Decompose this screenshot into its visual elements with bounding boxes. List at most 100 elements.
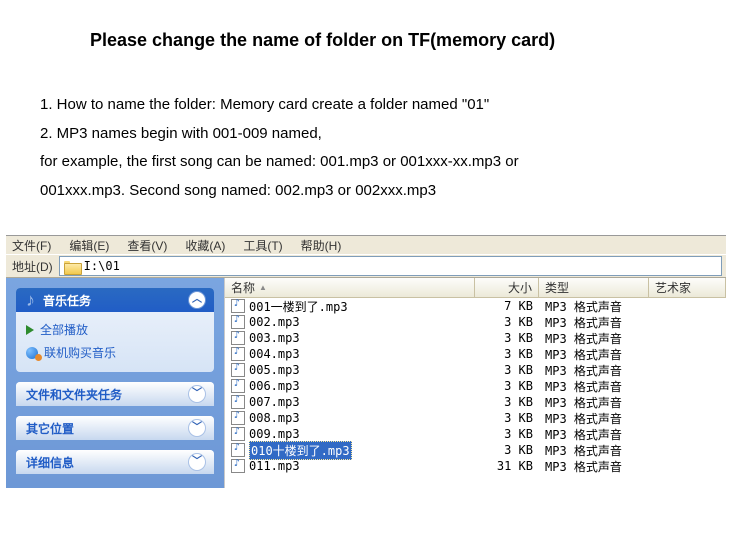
file-name: 003.mp3 xyxy=(249,331,300,345)
file-size: 3 KB xyxy=(475,379,539,393)
panel-title: 音乐任务 xyxy=(43,292,91,309)
table-row[interactable]: 010十楼到了.mp3 3 KBMP3 格式声音 xyxy=(225,442,726,458)
chevron-down-icon[interactable]: ﹀ xyxy=(188,385,206,403)
table-row[interactable]: 007.mp3 3 KBMP3 格式声音 xyxy=(225,394,726,410)
file-name: 001一楼到了.mp3 xyxy=(249,298,348,315)
mp3-file-icon xyxy=(231,379,245,393)
file-name: 009.mp3 xyxy=(249,427,300,441)
file-type: MP3 格式声音 xyxy=(539,394,649,411)
panel-music-tasks: ♪ ♪ 音乐任务 ︿ 全部播放 xyxy=(16,288,214,372)
file-size: 3 KB xyxy=(475,331,539,345)
table-row[interactable]: 011.mp3 31 KBMP3 格式声音 xyxy=(225,458,726,474)
panel-title: 文件和文件夹任务 xyxy=(26,386,122,403)
panel-header-filefolder[interactable]: 文件和文件夹任务 ﹀ xyxy=(16,382,214,406)
table-row[interactable]: 002.mp3 3 KBMP3 格式声音 xyxy=(225,314,726,330)
task-label: 全部播放 xyxy=(40,321,88,338)
file-name: 011.mp3 xyxy=(249,459,300,473)
file-name: 006.mp3 xyxy=(249,379,300,393)
panel-details: 详细信息 ﹀ xyxy=(16,450,214,474)
page-title: Please change the name of folder on TF(m… xyxy=(90,30,690,51)
column-label: 名称 xyxy=(231,279,255,296)
file-size: 3 KB xyxy=(475,395,539,409)
menu-favorites[interactable]: 收藏(A) xyxy=(185,237,225,254)
file-size: 3 KB xyxy=(475,427,539,441)
task-shop-online[interactable]: 联机购买音乐 xyxy=(26,341,204,364)
file-name: 007.mp3 xyxy=(249,395,300,409)
chevron-up-icon[interactable]: ︿ xyxy=(188,291,206,309)
task-label: 联机购买音乐 xyxy=(44,344,116,361)
file-type: MP3 格式声音 xyxy=(539,458,649,475)
file-size: 7 KB xyxy=(475,299,539,313)
panel-title: 详细信息 xyxy=(26,454,74,471)
shop-icon xyxy=(26,347,38,359)
file-size: 3 KB xyxy=(475,347,539,361)
file-name: 004.mp3 xyxy=(249,347,300,361)
menu-view[interactable]: 查看(V) xyxy=(127,237,167,254)
folder-icon xyxy=(64,259,80,273)
menu-help[interactable]: 帮助(H) xyxy=(301,237,342,254)
table-row[interactable]: 005.mp3 3 KBMP3 格式声音 xyxy=(225,362,726,378)
music-note-icon: ♪ xyxy=(26,290,35,311)
file-size: 3 KB xyxy=(475,315,539,329)
menu-edit[interactable]: 编辑(E) xyxy=(69,237,109,254)
list-header: 名称 ▲ 大小 类型 艺术家 xyxy=(225,278,726,298)
menu-file[interactable]: 文件(F) xyxy=(12,237,51,254)
chevron-down-icon[interactable]: ﹀ xyxy=(188,453,206,471)
column-artist[interactable]: 艺术家 xyxy=(649,278,726,297)
mp3-file-icon xyxy=(231,299,245,313)
menubar: 文件(F) 编辑(E) 查看(V) 收藏(A) 工具(T) 帮助(H) xyxy=(6,236,726,254)
file-size: 3 KB xyxy=(475,443,539,457)
panel-other-places: 其它位置 ﹀ xyxy=(16,416,214,440)
file-type: MP3 格式声音 xyxy=(539,362,649,379)
panel-file-folder-tasks: 文件和文件夹任务 ﹀ xyxy=(16,382,214,406)
file-name: 005.mp3 xyxy=(249,363,300,377)
table-row[interactable]: 004.mp3 3 KBMP3 格式声音 xyxy=(225,346,726,362)
file-name: 008.mp3 xyxy=(249,411,300,425)
table-row[interactable]: 006.mp3 3 KBMP3 格式声音 xyxy=(225,378,726,394)
panel-title: 其它位置 xyxy=(26,420,74,437)
file-type: MP3 格式声音 xyxy=(539,330,649,347)
mp3-file-icon xyxy=(231,331,245,345)
instruction-line: 2. MP3 names begin with 001-009 named, xyxy=(40,120,690,149)
file-size: 31 KB xyxy=(475,459,539,473)
mp3-file-icon xyxy=(231,411,245,425)
column-type[interactable]: 类型 xyxy=(539,278,649,297)
explorer-window: 文件(F) 编辑(E) 查看(V) 收藏(A) 工具(T) 帮助(H) 地址(D… xyxy=(6,235,726,488)
file-name: 002.mp3 xyxy=(249,315,300,329)
mp3-file-icon xyxy=(231,459,245,473)
mp3-file-icon xyxy=(231,443,245,457)
column-name[interactable]: 名称 ▲ xyxy=(225,278,475,297)
play-icon xyxy=(26,325,34,335)
panel-header-other[interactable]: 其它位置 ﹀ xyxy=(16,416,214,440)
address-value: I:\01 xyxy=(84,259,120,273)
sidebar: ♪ ♪ 音乐任务 ︿ 全部播放 xyxy=(6,278,224,488)
panel-header-music[interactable]: ♪ 音乐任务 ︿ xyxy=(16,288,214,312)
address-field[interactable]: I:\01 xyxy=(59,256,722,276)
file-type: MP3 格式声音 xyxy=(539,314,649,331)
mp3-file-icon xyxy=(231,395,245,409)
file-type: MP3 格式声音 xyxy=(539,378,649,395)
file-type: MP3 格式声音 xyxy=(539,426,649,443)
instruction-line: 1. How to name the folder: Memory card c… xyxy=(40,91,690,120)
task-play-all[interactable]: 全部播放 xyxy=(26,318,204,341)
instructions-block: 1. How to name the folder: Memory card c… xyxy=(40,91,690,205)
music-note-decoration-icon: ♪ xyxy=(6,346,9,473)
file-size: 3 KB xyxy=(475,363,539,377)
sort-ascending-icon: ▲ xyxy=(259,283,267,292)
instruction-line: 001xxx.mp3. Second song named: 002.mp3 o… xyxy=(40,177,690,206)
file-rows: 001一楼到了.mp37 KBMP3 格式声音002.mp33 KBMP3 格式… xyxy=(225,298,726,488)
mp3-file-icon xyxy=(231,347,245,361)
panel-header-details[interactable]: 详细信息 ﹀ xyxy=(16,450,214,474)
table-row[interactable]: 008.mp33 KBMP3 格式声音 xyxy=(225,410,726,426)
table-row[interactable]: 001一楼到了.mp37 KBMP3 格式声音 xyxy=(225,298,726,314)
table-row[interactable]: 003.mp3 3 KBMP3 格式声音 xyxy=(225,330,726,346)
file-type: MP3 格式声音 xyxy=(539,346,649,363)
file-name: 010十楼到了.mp3 xyxy=(249,441,352,460)
chevron-down-icon[interactable]: ﹀ xyxy=(188,419,206,437)
mp3-file-icon xyxy=(231,363,245,377)
file-type: MP3 格式声音 xyxy=(539,410,649,427)
menu-tools[interactable]: 工具(T) xyxy=(243,237,282,254)
file-list-pane: 名称 ▲ 大小 类型 艺术家 001一楼到了.mp37 KBMP3 格式声音00… xyxy=(224,278,726,488)
file-type: MP3 格式声音 xyxy=(539,442,649,459)
column-size[interactable]: 大小 xyxy=(475,278,539,297)
